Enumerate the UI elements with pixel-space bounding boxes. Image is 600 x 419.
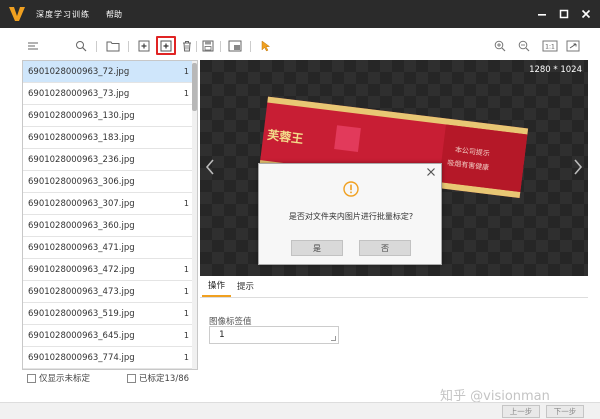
folder-icon[interactable] bbox=[106, 39, 120, 53]
file-list-item[interactable]: 6901028000963_774.jpg 1 bbox=[23, 347, 193, 369]
prev-step-button[interactable]: 上一步 bbox=[502, 405, 540, 418]
app-logo-icon bbox=[9, 7, 25, 21]
resolution-label: 1280 * 1024 bbox=[529, 65, 582, 75]
toolbar-separator bbox=[196, 41, 197, 52]
file-list-item[interactable]: 6901028000963_471.jpg bbox=[23, 237, 193, 259]
zoom-out-icon[interactable] bbox=[517, 39, 531, 53]
labeled-count-checkbox[interactable] bbox=[127, 373, 137, 383]
file-label-count: 1 bbox=[183, 353, 189, 362]
tab-operate[interactable]: 操作 bbox=[202, 275, 232, 297]
resize-grip[interactable] bbox=[331, 336, 336, 341]
fit-window-icon[interactable] bbox=[566, 39, 580, 53]
file-label-count: 1 bbox=[183, 265, 189, 274]
file-label-count: 1 bbox=[183, 199, 189, 208]
prev-image-icon[interactable] bbox=[204, 158, 216, 176]
file-name: 6901028000963_130.jpg bbox=[28, 110, 135, 121]
file-name: 6901028000963_306.jpg bbox=[28, 176, 135, 187]
save-icon[interactable] bbox=[201, 39, 215, 53]
actual-size-icon[interactable]: 1:1 bbox=[542, 39, 558, 53]
file-list-item[interactable]: 6901028000963_307.jpg 1 bbox=[23, 193, 193, 215]
file-label-count: 1 bbox=[183, 331, 189, 340]
file-list-item[interactable]: 6901028000963_306.jpg bbox=[23, 171, 193, 193]
toolbar-separator bbox=[96, 41, 97, 52]
menu-help[interactable]: 帮助 bbox=[106, 9, 122, 20]
pointer-icon[interactable] bbox=[259, 39, 273, 53]
tab-hint[interactable]: 提示 bbox=[231, 275, 260, 297]
file-list-item[interactable]: 6901028000963_73.jpg 1 bbox=[23, 83, 193, 105]
zoom-in-icon[interactable] bbox=[493, 39, 507, 53]
file-name: 6901028000963_774.jpg bbox=[28, 352, 135, 363]
dialog-yes-button[interactable]: 是 bbox=[291, 240, 343, 256]
status-bar: 上一步 下一步 bbox=[0, 402, 600, 419]
toolbar: 1:1 bbox=[0, 34, 600, 60]
file-label-count: 1 bbox=[183, 89, 189, 98]
file-list-item[interactable]: 6901028000963_519.jpg 1 bbox=[23, 303, 193, 325]
search-icon[interactable] bbox=[74, 39, 88, 53]
file-name: 6901028000963_360.jpg bbox=[28, 220, 135, 231]
file-name: 6901028000963_307.jpg bbox=[28, 198, 135, 209]
toolbar-separator bbox=[220, 41, 221, 52]
delete-icon[interactable] bbox=[180, 39, 194, 53]
list-filters: 仅显示未标定 已标定13/86 bbox=[22, 370, 198, 386]
only-unlabeled-option[interactable]: 仅显示未标定 bbox=[27, 372, 90, 384]
file-list-item[interactable]: 6901028000963_473.jpg 1 bbox=[23, 281, 193, 303]
next-step-button[interactable]: 下一步 bbox=[546, 405, 584, 418]
file-list-item[interactable]: 6901028000963_236.jpg bbox=[23, 149, 193, 171]
file-list-item[interactable]: 6901028000963_183.jpg bbox=[23, 127, 193, 149]
app-title: 深度学习训练 bbox=[36, 9, 90, 19]
file-name: 6901028000963_472.jpg bbox=[28, 264, 135, 275]
list-filter-icon[interactable] bbox=[26, 39, 40, 53]
labeled-count-option[interactable]: 已标定13/86 bbox=[127, 372, 189, 384]
scrollbar-thumb[interactable] bbox=[192, 63, 197, 111]
actual-size-label: 1:1 bbox=[545, 44, 555, 51]
file-list[interactable]: 6901028000963_72.jpg 1 6901028000963_73.jp… bbox=[22, 60, 198, 370]
only-unlabeled-checkbox[interactable] bbox=[27, 373, 36, 383]
dialog-no-button[interactable]: 否 bbox=[359, 240, 411, 256]
file-label-count: 1 bbox=[183, 287, 189, 296]
file-name: 6901028000963_473.jpg bbox=[28, 286, 135, 297]
tab-bar: 操作 提示 bbox=[200, 276, 588, 298]
properties-panel: 操作 提示 图像标签值 1 bbox=[200, 276, 588, 376]
add-icon[interactable] bbox=[137, 39, 151, 53]
image-export-icon[interactable] bbox=[228, 39, 242, 53]
window-controls bbox=[536, 0, 592, 28]
batch-add-icon[interactable] bbox=[159, 39, 173, 53]
title-bar: 深度学习训练 帮助 bbox=[0, 0, 600, 28]
file-list-item[interactable]: 6901028000963_130.jpg bbox=[23, 105, 193, 127]
next-image-icon[interactable] bbox=[572, 158, 584, 176]
file-name: 6901028000963_236.jpg bbox=[28, 154, 135, 165]
file-list-item[interactable]: 6901028000963_360.jpg bbox=[23, 215, 193, 237]
labeled-count-label: 已标定13/86 bbox=[139, 374, 190, 384]
only-unlabeled-label: 仅显示未标定 bbox=[39, 374, 91, 384]
file-label-count: 1 bbox=[183, 309, 189, 318]
batch-label-dialog: 是否对文件夹内图片进行批量标定? 是 否 bbox=[258, 163, 442, 265]
scrollbar[interactable] bbox=[192, 61, 197, 369]
file-list-item[interactable]: 6901028000963_645.jpg 1 bbox=[23, 325, 193, 347]
image-label-input[interactable]: 1 bbox=[209, 326, 339, 344]
close-icon[interactable] bbox=[580, 8, 592, 20]
maximize-icon[interactable] bbox=[558, 8, 570, 20]
toolbar-separator bbox=[250, 41, 251, 52]
file-label-count: 1 bbox=[183, 67, 189, 76]
image-label-value: 1 bbox=[219, 330, 225, 340]
file-list-item[interactable]: 6901028000963_72.jpg 1 bbox=[23, 61, 193, 83]
file-name: 6901028000963_471.jpg bbox=[28, 242, 135, 253]
file-name: 6901028000963_183.jpg bbox=[28, 132, 135, 143]
file-name: 6901028000963_73.jpg bbox=[28, 88, 130, 99]
minimize-icon[interactable] bbox=[536, 8, 548, 20]
dialog-message: 是否对文件夹内图片进行批量标定? bbox=[288, 212, 414, 221]
file-list-item[interactable]: 6901028000963_472.jpg 1 bbox=[23, 259, 193, 281]
dialog-close-icon[interactable] bbox=[426, 167, 436, 177]
warning-icon bbox=[343, 181, 359, 197]
file-name: 6901028000963_72.jpg bbox=[28, 66, 130, 77]
file-name: 6901028000963_645.jpg bbox=[28, 330, 135, 341]
toolbar-separator bbox=[128, 41, 129, 52]
file-name: 6901028000963_519.jpg bbox=[28, 308, 135, 319]
